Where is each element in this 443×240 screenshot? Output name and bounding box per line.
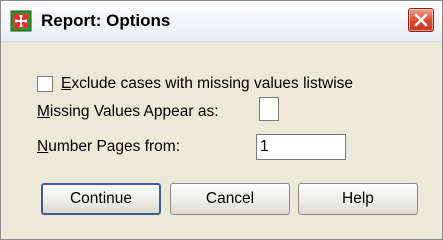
number-pages-text: umber Pages from: (48, 138, 181, 155)
app-icon (10, 10, 32, 32)
missing-values-field[interactable] (259, 97, 279, 121)
help-button[interactable]: Help (298, 183, 418, 215)
close-button[interactable] (408, 8, 434, 32)
report-options-dialog: Report: Options Exclude cases with missi… (0, 0, 443, 240)
dialog-title: Report: Options (41, 11, 171, 30)
number-pages-mnemonic: N (37, 138, 49, 155)
exclude-listwise-label[interactable]: Exclude cases with missing values listwi… (61, 75, 353, 93)
title-bar[interactable]: Report: Options (1, 1, 442, 42)
missing-values-mnemonic: M (37, 103, 50, 120)
dialog-content: Exclude cases with missing values listwi… (1, 42, 442, 239)
number-pages-label: Number Pages from: (37, 138, 180, 156)
exclude-listwise-checkbox[interactable] (37, 76, 53, 92)
exclude-listwise-text: xclude cases with missing values listwis… (71, 75, 354, 92)
number-pages-field[interactable]: 1 (256, 134, 346, 160)
missing-values-text: issing Values Appear as: (49, 103, 219, 120)
cancel-button[interactable]: Cancel (170, 183, 290, 215)
close-icon (414, 13, 428, 27)
missing-values-label: Missing Values Appear as: (37, 103, 219, 121)
continue-button[interactable]: Continue (41, 183, 161, 215)
exclude-listwise-mnemonic: E (61, 75, 72, 92)
